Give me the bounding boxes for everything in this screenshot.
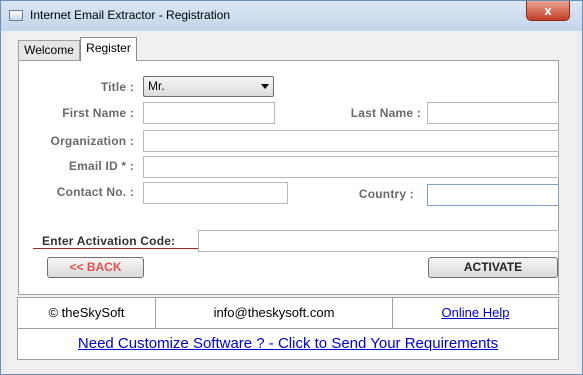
tab-welcome[interactable]: Welcome [18,40,80,60]
title-select-value: Mr. [148,79,165,93]
client-area: Welcome Register Title : Mr. First Name … [7,31,576,369]
email-field[interactable] [143,156,559,178]
tab-register[interactable]: Register [80,37,137,61]
first-name-field[interactable] [143,102,275,124]
activation-code-label: Enter Activation Code: [42,234,176,248]
title-bar[interactable]: Internet Email Extractor - Registration … [1,1,582,31]
last-name-label: Last Name : [350,106,421,120]
title-label: Title : [100,80,134,94]
country-field[interactable] [427,184,559,206]
close-icon: x [544,3,552,18]
last-name-field[interactable] [427,102,559,124]
chevron-down-icon [261,84,269,89]
back-button[interactable]: << BACK [47,257,144,278]
online-help-link[interactable]: Online Help [393,298,558,328]
email-label: Email ID * : [68,159,134,173]
title-select[interactable]: Mr. [143,76,274,97]
window-title: Internet Email Extractor - Registration [30,8,231,22]
app-window: Internet Email Extractor - Registration … [0,0,583,375]
country-label: Country : [358,187,414,201]
register-panel: Title : Mr. First Name : Last Name : Org… [18,60,559,295]
app-window-icon [9,10,23,21]
first-name-label: First Name : [62,106,134,120]
footer-info: © theSkySoft info@theskysoft.com Online … [17,297,559,360]
contact-label: Contact No. : [56,185,134,199]
activate-button[interactable]: ACTIVATE [428,257,558,278]
contact-field[interactable] [143,182,288,204]
organization-field[interactable] [143,130,559,152]
activation-code-field[interactable] [198,230,559,252]
organization-label: Organization : [50,134,134,148]
contact-email-text: info@theskysoft.com [213,305,335,320]
close-button[interactable]: x [526,1,570,21]
copyright-text: © theSkySoft [48,305,125,320]
customize-software-link[interactable]: Need Customize Software ? - Click to Sen… [18,329,558,359]
